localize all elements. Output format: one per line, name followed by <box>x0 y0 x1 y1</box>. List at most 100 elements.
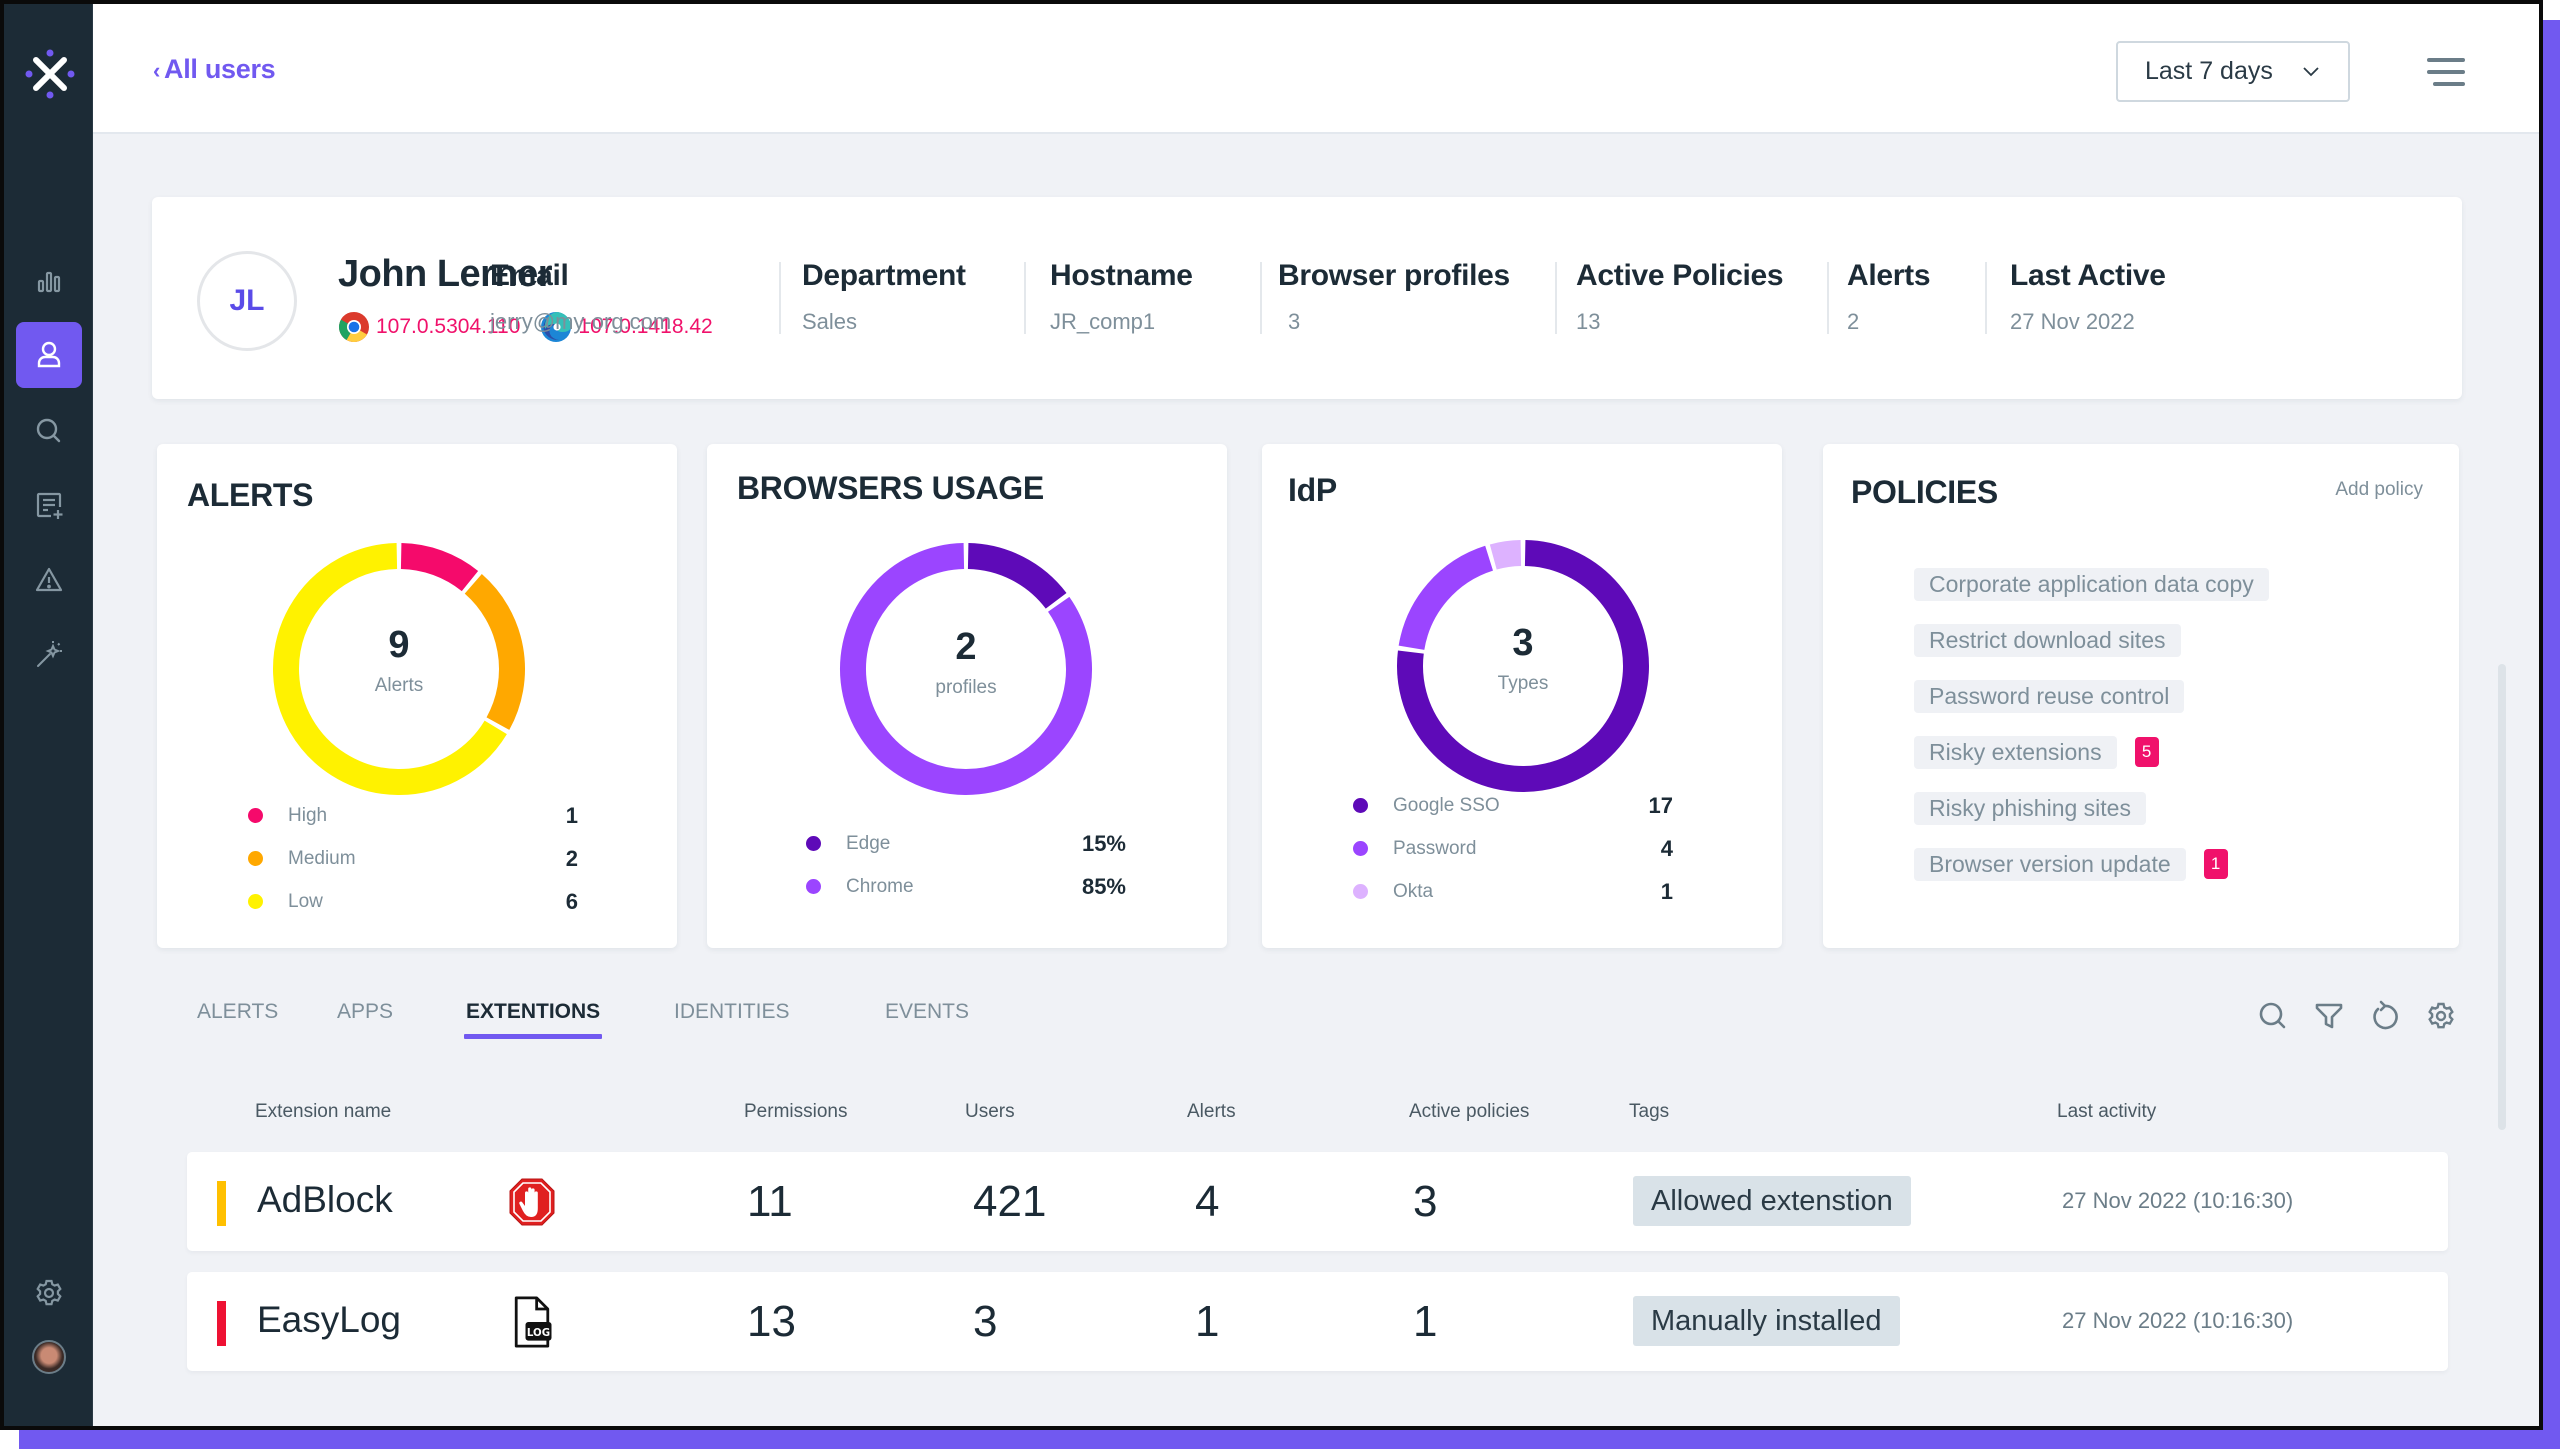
profile-avatar[interactable] <box>32 1340 66 1374</box>
legend-dot <box>1353 798 1368 813</box>
legend-value: 85% <box>1081 873 1126 899</box>
gear-icon[interactable] <box>2425 1000 2457 1032</box>
column-header-last-activity[interactable]: Last activity <box>2057 1101 2156 1123</box>
add-policy-link[interactable]: Add policy <box>2335 479 2423 501</box>
policy-item: Password reuse control <box>1914 668 2269 724</box>
field-email: Email jerry@my-org.com <box>490 259 671 335</box>
policy-chip[interactable]: Risky phishing sites <box>1914 791 2146 825</box>
browsers-donut-center: 2 profiles <box>866 626 1066 699</box>
policy-chip[interactable]: Restrict download sites <box>1914 623 2181 657</box>
chevron-down-icon <box>2303 67 2319 77</box>
back-to-all-users-link[interactable]: ‹ All users <box>153 54 276 85</box>
policy-count-badge: 5 <box>2134 737 2159 767</box>
refresh-icon[interactable] <box>2369 1000 2401 1032</box>
legend-value: 17 <box>1648 792 1673 818</box>
extension-tag[interactable]: Manually installed <box>1633 1296 1900 1346</box>
user-initials-avatar: JL <box>197 251 297 351</box>
tab-identities[interactable]: IDENTITIES <box>674 1000 790 1024</box>
column-header-alerts[interactable]: Alerts <box>1187 1101 1236 1123</box>
divider <box>1024 262 1026 334</box>
sidebar-item-users[interactable] <box>16 322 82 388</box>
field-value: JR_comp1 <box>1050 309 1156 334</box>
adblock-hand-icon <box>509 1178 555 1226</box>
policy-list: Corporate application data copy Restrict… <box>1914 556 2269 892</box>
log-file-icon: LOG <box>514 1296 552 1348</box>
legend-dot <box>248 808 263 823</box>
date-range-select[interactable]: Last 7 days <box>2116 41 2350 102</box>
table-row[interactable]: AdBlock 11 421 4 3 Allowed extenstion 27… <box>187 1152 2448 1251</box>
field-value: 2 <box>1847 309 1860 334</box>
policy-chip[interactable]: Browser version update <box>1914 847 2186 881</box>
field-browser-profiles: Browser profiles 3 <box>1278 259 1510 335</box>
topbar: ‹ All users Last 7 days <box>93 4 2539 134</box>
last-activity: 27 Nov 2022 (10:16:30) <box>2062 1308 2294 1333</box>
field-value: 13 <box>1576 309 1601 334</box>
column-header-active-policies[interactable]: Active policies <box>1409 1101 1529 1123</box>
sidebar-item-analytics[interactable] <box>16 248 82 314</box>
search-icon <box>36 418 61 443</box>
divider <box>1985 262 1987 334</box>
sidebar-item-search[interactable] <box>16 398 82 464</box>
sidebar-item-magic[interactable] <box>16 621 82 687</box>
browsers-total: 2 <box>955 626 977 668</box>
magic-wand-icon <box>37 641 62 667</box>
permissions-count: 11 <box>747 1177 793 1226</box>
tab-apps[interactable]: APPS <box>337 1000 393 1024</box>
tab-extentions[interactable]: EXTENTIONS <box>463 1000 603 1039</box>
users-count: 3 <box>973 1297 998 1346</box>
filter-icon[interactable] <box>2313 1000 2345 1032</box>
column-header-extension-name[interactable]: Extension name <box>255 1101 391 1123</box>
field-department: Department Sales <box>802 259 966 335</box>
vertical-scrollbar[interactable] <box>2498 664 2506 1130</box>
table-toolbar <box>2257 1000 2457 1032</box>
alerts-slice-high[interactable] <box>400 543 479 592</box>
divider <box>1555 262 1557 334</box>
legend-item-low: Low 6 <box>248 880 578 923</box>
search-icon[interactable] <box>2257 1000 2289 1032</box>
column-header-permissions[interactable]: Permissions <box>744 1101 847 1123</box>
legend-item-okta: Okta 1 <box>1353 870 1673 913</box>
tab-alerts[interactable]: ALERTS <box>197 1000 278 1024</box>
card-title: POLICIES <box>1851 474 1998 510</box>
policy-chip[interactable]: Password reuse control <box>1914 679 2185 713</box>
user-icon <box>37 341 61 368</box>
legend-label: Okta <box>1393 880 1434 902</box>
x-logo-icon[interactable] <box>24 48 76 100</box>
policies-card: POLICIES Add policy Corporate applicatio… <box>1823 444 2459 948</box>
sidebar-item-settings[interactable] <box>16 1260 82 1326</box>
column-header-users[interactable]: Users <box>965 1101 1015 1123</box>
policy-item: Corporate application data copy <box>1914 556 2269 612</box>
last-activity: 27 Nov 2022 (10:16:30) <box>2062 1188 2294 1213</box>
legend-dot <box>806 879 821 894</box>
browsers-slice-edge[interactable] <box>967 543 1067 609</box>
field-label: Browser profiles <box>1278 259 1510 292</box>
extension-tag[interactable]: Allowed extenstion <box>1633 1176 1911 1226</box>
svg-text:LOG: LOG <box>527 1328 550 1339</box>
field-hostname: Hostname JR_comp1 <box>1050 259 1193 335</box>
tab-events[interactable]: EVENTS <box>885 1000 969 1024</box>
sidebar-item-alerts[interactable] <box>16 547 82 613</box>
hamburger-menu-icon[interactable] <box>2427 58 2465 86</box>
policy-chip[interactable]: Corporate application data copy <box>1914 567 2269 601</box>
sidebar-item-policies[interactable] <box>16 472 82 538</box>
divider <box>779 262 781 334</box>
legend-item-high: High 1 <box>248 794 578 837</box>
card-title: ALERTS <box>187 477 314 513</box>
legend-item-edge: Edge 15% <box>806 822 1126 865</box>
legend-value: 4 <box>1660 835 1673 861</box>
idp-slice-okta[interactable] <box>1489 540 1522 570</box>
alerts-count: 1 <box>1195 1297 1220 1346</box>
alerts-legend: High 1 Medium 2 Low 6 <box>248 794 578 923</box>
field-label: Hostname <box>1050 259 1193 292</box>
column-header-tags[interactable]: Tags <box>1629 1101 1669 1123</box>
list-add-icon <box>36 492 63 519</box>
field-active-policies: Active Policies 13 <box>1576 259 1784 335</box>
legend-dot <box>1353 884 1368 899</box>
table-row[interactable]: EasyLog LOG 13 3 1 1 Manually installed … <box>187 1272 2448 1371</box>
alerts-donut-center: 9 Alerts <box>299 624 499 697</box>
idp-total-label: Types <box>1497 673 1549 694</box>
field-last-active: Last Active 27 Nov 2022 <box>2010 259 2166 335</box>
legend-dot <box>1353 841 1368 856</box>
legend-value: 1 <box>1660 878 1673 904</box>
policy-chip[interactable]: Risky extensions <box>1914 735 2117 769</box>
